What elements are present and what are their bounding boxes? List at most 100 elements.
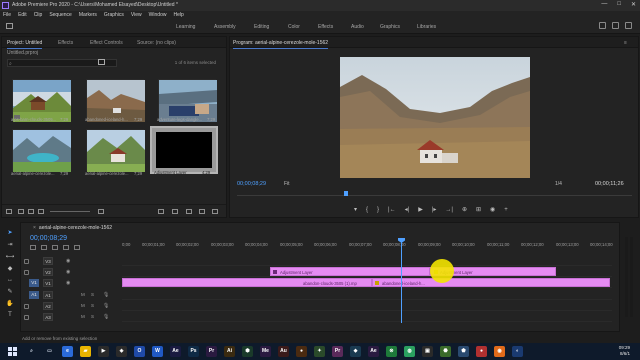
- step-forward-button[interactable]: |▸: [432, 206, 437, 213]
- project-item-thumbnail[interactable]: [12, 79, 71, 122]
- mic-icon[interactable]: 🎙: [103, 292, 109, 298]
- timeline-playhead[interactable]: [401, 240, 402, 323]
- task-view-icon[interactable]: ▭: [44, 346, 55, 357]
- app-icon[interactable]: ◐: [512, 346, 523, 357]
- video-clip[interactable]: abandoned-iceland-h...: [372, 278, 610, 287]
- track-select-icon[interactable]: ⇥: [7, 241, 12, 248]
- menu-help[interactable]: Help: [173, 11, 183, 19]
- selection-tool-icon[interactable]: ➤: [7, 229, 12, 236]
- word-icon[interactable]: W: [152, 346, 163, 357]
- tab-effect-controls[interactable]: Effect Controls: [90, 40, 123, 46]
- project-item-thumbnail[interactable]: [12, 129, 71, 172]
- eye-icon[interactable]: ◉: [66, 280, 70, 286]
- button-editor-button[interactable]: +: [504, 207, 508, 213]
- export-frame-button[interactable]: ◉: [490, 206, 495, 213]
- timeline-ruler[interactable]: 0;00 00;00;01;00 00;00;02;00 00;00;03;00…: [122, 240, 617, 252]
- step-back-button[interactable]: ◂|: [405, 206, 410, 213]
- go-to-out-button[interactable]: →|: [445, 207, 453, 213]
- type-tool-icon[interactable]: T: [8, 312, 12, 318]
- tab-program[interactable]: Program: aerial-alpine-cerezole-mole-156…: [233, 40, 329, 49]
- go-to-in-button[interactable]: |←: [388, 207, 396, 213]
- lock-icon[interactable]: [24, 270, 29, 275]
- maximize-button[interactable]: □: [617, 1, 621, 8]
- source-patch-v1[interactable]: V1: [29, 279, 39, 287]
- edge-icon[interactable]: e: [62, 346, 73, 357]
- minimize-button[interactable]: —: [601, 1, 607, 8]
- store-icon[interactable]: ◈: [116, 346, 127, 357]
- lock-icon[interactable]: [24, 315, 29, 320]
- file-explorer-icon[interactable]: ▰: [80, 346, 91, 357]
- zoom-slider[interactable]: [50, 211, 90, 212]
- mic-icon[interactable]: 🎙: [103, 314, 109, 320]
- project-item-selected[interactable]: [150, 126, 218, 174]
- track-lane-a3[interactable]: [122, 312, 612, 322]
- menu-sequence[interactable]: Sequence: [49, 11, 72, 19]
- list-view-icon[interactable]: [18, 209, 24, 214]
- snap-icon[interactable]: [41, 245, 47, 250]
- menu-graphics[interactable]: Graphics: [104, 11, 124, 19]
- workspace-effects[interactable]: Effects: [318, 24, 333, 30]
- premiere-active-icon[interactable]: Pr: [332, 346, 343, 357]
- panel-menu-icon[interactable]: ≡: [624, 40, 627, 46]
- workspace-audio[interactable]: Audio: [351, 24, 364, 30]
- track-lane-v3[interactable]: [122, 256, 612, 266]
- program-time-ruler[interactable]: [237, 190, 632, 196]
- trash-icon[interactable]: [212, 209, 218, 214]
- outlook-icon[interactable]: O: [134, 346, 145, 357]
- workspace-graphics[interactable]: Graphics: [380, 24, 400, 30]
- timeline-timecode[interactable]: 00;00;08;29: [30, 235, 67, 242]
- slip-tool-icon[interactable]: ↔: [7, 277, 13, 283]
- workspace-color[interactable]: Color: [288, 24, 300, 30]
- linked-selection-icon[interactable]: [52, 245, 58, 250]
- solo-button[interactable]: S: [91, 314, 94, 319]
- program-current-timecode[interactable]: 00;00;08;29: [237, 181, 266, 187]
- media-icon[interactable]: ▶: [98, 346, 109, 357]
- app-icon[interactable]: ●: [476, 346, 487, 357]
- app-icon[interactable]: ✦: [314, 346, 325, 357]
- add-marker-button[interactable]: ▾: [354, 206, 357, 213]
- automate-icon[interactable]: [158, 209, 164, 214]
- search-icon[interactable]: [612, 22, 619, 29]
- wrench-icon[interactable]: [74, 245, 80, 250]
- close-button[interactable]: ✕: [631, 1, 636, 8]
- after-effects-icon[interactable]: Ae: [170, 346, 181, 357]
- message-icon[interactable]: [625, 22, 632, 29]
- workspace-learning[interactable]: Learning: [176, 24, 195, 30]
- workspace-editing[interactable]: Editing: [254, 24, 269, 30]
- track-name[interactable]: V3: [43, 257, 53, 265]
- audition-icon[interactable]: Au: [278, 346, 289, 357]
- play-button[interactable]: ▶: [418, 206, 423, 213]
- share-icon[interactable]: [599, 22, 606, 29]
- mute-button[interactable]: M: [81, 292, 85, 297]
- menu-markers[interactable]: Markers: [79, 11, 97, 19]
- search-icon[interactable]: ⌕: [26, 346, 37, 357]
- track-lane-a2[interactable]: [122, 301, 612, 311]
- menu-clip[interactable]: Clip: [34, 11, 43, 19]
- menu-file[interactable]: File: [3, 11, 11, 19]
- media-encoder-icon[interactable]: Me: [260, 346, 271, 357]
- tab-source[interactable]: Source: (no clips): [137, 40, 176, 46]
- app-icon[interactable]: ⬟: [458, 346, 469, 357]
- workspace-libraries[interactable]: Libraries: [417, 24, 436, 30]
- add-marker-icon[interactable]: [63, 245, 69, 250]
- lock-icon[interactable]: [24, 259, 29, 264]
- menu-edit[interactable]: Edit: [18, 11, 27, 19]
- zoom-fit-select[interactable]: Fit: [284, 181, 290, 187]
- new-bin-icon[interactable]: [98, 59, 105, 65]
- project-item-thumbnail[interactable]: [86, 129, 145, 172]
- track-name[interactable]: A1: [43, 291, 53, 299]
- system-clock[interactable]: 09:29 8/6/1: [619, 345, 630, 357]
- new-item-icon[interactable]: [199, 209, 205, 214]
- app-icon[interactable]: ◉: [494, 346, 505, 357]
- video-clip[interactable]: abandon-clouds-3505 (1).mp: [122, 278, 372, 287]
- eye-icon[interactable]: ◉: [66, 258, 70, 264]
- solo-button[interactable]: S: [91, 303, 94, 308]
- after-effects-icon[interactable]: Ae: [368, 346, 379, 357]
- app-icon[interactable]: ⬢: [242, 346, 253, 357]
- track-lane-v2[interactable]: Adjustment Layer Adjustment Layer: [122, 267, 612, 277]
- icon-view-icon[interactable]: [28, 209, 34, 214]
- illustrator-icon[interactable]: Ai: [224, 346, 235, 357]
- lock-icon[interactable]: [24, 304, 29, 309]
- track-lane-v1[interactable]: abandon-clouds-3505 (1).mp abandoned-ice…: [122, 278, 612, 288]
- razor-tool-icon[interactable]: ◆: [8, 265, 13, 272]
